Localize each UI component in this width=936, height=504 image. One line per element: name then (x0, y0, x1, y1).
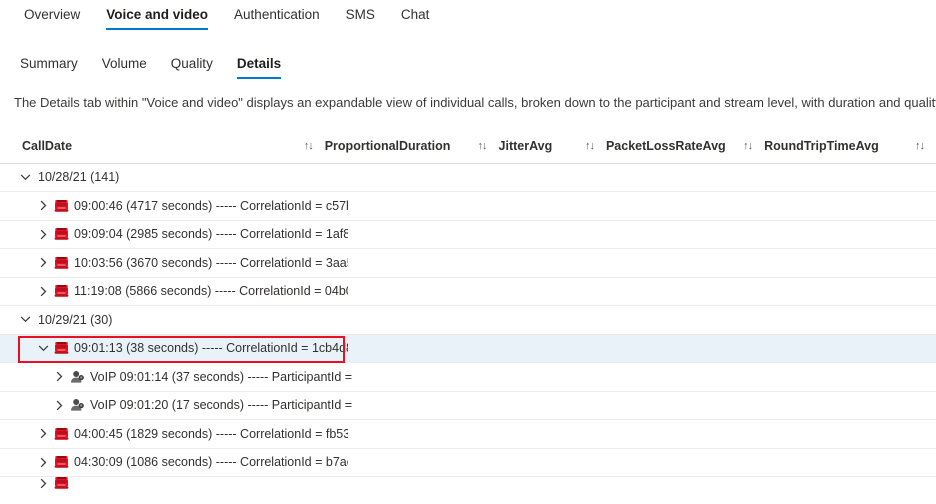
column-header-proportionalduration[interactable]: ProportionalDuration ↑↓ (325, 139, 499, 153)
calls-table: CallDate ↑↓ ProportionalDuration ↑↓ Jitt… (0, 130, 936, 490)
tab-volume[interactable]: Volume (90, 50, 159, 80)
chevron-right-icon[interactable] (54, 400, 70, 411)
telephone-icon (54, 199, 69, 213)
cell-calldate: VoIP 09:01:14 (37 seconds) ----- Partici… (0, 370, 364, 384)
tab-quality[interactable]: Quality (159, 50, 225, 80)
row-label: VoIP 09:01:14 (37 seconds) ----- Partici… (90, 369, 353, 384)
chevron-right-icon[interactable] (38, 478, 54, 489)
secondary-tab-bar: Summary Volume Quality Details (0, 50, 936, 84)
tab-chat[interactable]: Chat (391, 0, 440, 31)
tab-voice-and-video-label: Voice and video (106, 7, 209, 22)
primary-tab-bar: Overview Voice and video Authentication … (0, 0, 936, 34)
sort-updown-icon[interactable]: ↑↓ (915, 140, 936, 152)
table-row[interactable]: 04:00:45 (1829 seconds) ----- Correlatio… (0, 420, 936, 449)
row-label: 09:09:04 (2985 seconds) ----- Correlatio… (74, 227, 348, 242)
cell-calldate: 09:00:46 (4717 seconds) ----- Correlatio… (0, 199, 348, 213)
chevron-right-icon[interactable] (38, 229, 54, 240)
table-row[interactable]: 11:19:08 (5866 seconds) ----- Correlatio… (0, 278, 936, 307)
chevron-right-icon[interactable] (38, 428, 54, 439)
row-label: 09:00:46 (4717 seconds) ----- Correlatio… (74, 198, 348, 213)
group-label: 10/28/21 (141) (38, 170, 120, 185)
row-label: 10:03:56 (3670 seconds) ----- Correlatio… (74, 255, 348, 270)
column-header-roundtriptimeavg[interactable]: RoundTripTimeAvg ↑↓ (764, 139, 936, 153)
tab-summary-label: Summary (20, 56, 78, 71)
table-row[interactable]: 10:03:56 (3670 seconds) ----- Correlatio… (0, 249, 936, 278)
telephone-icon (54, 455, 69, 469)
tab-sms-label: SMS (345, 7, 375, 22)
participant-icon (70, 370, 85, 384)
chevron-right-icon[interactable] (38, 457, 54, 468)
column-header-proportionalduration-label: ProportionalDuration (324, 139, 451, 154)
table-row[interactable]: 09:09:04 (2985 seconds) ----- Correlatio… (0, 221, 936, 250)
cell-calldate (0, 477, 348, 489)
cell-calldate: 09:09:04 (2985 seconds) ----- Correlatio… (0, 227, 348, 241)
column-header-roundtriptimeavg-label: RoundTripTimeAvg (764, 139, 879, 154)
column-header-packetlossrateavg-label: PacketLossRateAvg (605, 139, 726, 154)
table-row[interactable]: 09:00:46 (4717 seconds) ----- Correlatio… (0, 192, 936, 221)
telephone-icon (54, 227, 69, 241)
table-row[interactable]: 09:01:13 (38 seconds) ----- CorrelationI… (0, 334, 936, 364)
tab-summary[interactable]: Summary (8, 50, 90, 80)
cell-calldate: 10:03:56 (3670 seconds) ----- Correlatio… (0, 256, 348, 270)
tab-sms[interactable]: SMS (336, 0, 385, 31)
column-header-calldate-label: CallDate (22, 139, 73, 154)
chevron-down-icon[interactable] (20, 172, 36, 183)
table-row[interactable] (0, 477, 936, 489)
table-row[interactable]: 04:30:09 (1086 seconds) ----- Correlatio… (0, 449, 936, 478)
table-group-row[interactable]: 10/29/21 (30) (0, 306, 936, 335)
row-label: 04:30:09 (1086 seconds) ----- Correlatio… (74, 455, 348, 470)
column-header-jitteravg[interactable]: JitterAvg ↑↓ (499, 139, 606, 153)
row-label: 11:19:08 (5866 seconds) ----- Correlatio… (74, 284, 348, 299)
column-header-calldate[interactable]: CallDate ↑↓ (22, 139, 325, 153)
tab-details[interactable]: Details (225, 50, 293, 80)
chevron-right-icon[interactable] (38, 200, 54, 211)
telephone-icon (54, 427, 69, 441)
cell-calldate: 11:19:08 (5866 seconds) ----- Correlatio… (0, 284, 348, 298)
chevron-down-icon[interactable] (38, 343, 54, 354)
chevron-right-icon[interactable] (38, 286, 54, 297)
cell-calldate: 04:30:09 (1086 seconds) ----- Correlatio… (0, 455, 348, 469)
table-row[interactable]: VoIP 09:01:14 (37 seconds) ----- Partici… (0, 363, 936, 392)
sort-updown-icon[interactable]: ↑↓ (304, 140, 325, 152)
column-header-packetlossrateavg[interactable]: PacketLossRateAvg ↑↓ (606, 139, 764, 153)
column-header-jitteravg-label: JitterAvg (498, 139, 553, 154)
sort-updown-icon[interactable]: ↑↓ (585, 140, 606, 152)
telephone-icon (54, 477, 69, 489)
tab-quality-label: Quality (170, 56, 213, 71)
table-body: 10/28/21 (141) 09:00:46 (4717 seconds) --… (0, 164, 936, 490)
telephone-icon (54, 284, 69, 298)
tab-details-label: Details (236, 56, 282, 71)
cell-calldate: 09:01:13 (38 seconds) ----- CorrelationI… (0, 341, 348, 355)
sort-updown-icon[interactable]: ↑↓ (478, 140, 499, 152)
cell-calldate: 10/29/21 (30) (0, 313, 330, 327)
tab-voice-and-video[interactable]: Voice and video (96, 0, 218, 31)
tab-overview[interactable]: Overview (14, 0, 90, 31)
cell-calldate: 10/28/21 (141) (0, 170, 330, 184)
chevron-right-icon[interactable] (38, 257, 54, 268)
table-row[interactable]: VoIP 09:01:20 (17 seconds) ----- Partici… (0, 392, 936, 421)
telephone-icon (54, 341, 69, 355)
tab-chat-label: Chat (400, 7, 430, 22)
table-group-row[interactable]: 10/28/21 (141) (0, 164, 936, 193)
details-description: The Details tab within "Voice and video"… (14, 95, 936, 110)
row-label: VoIP 09:01:20 (17 seconds) ----- Partici… (90, 398, 353, 413)
telephone-icon (54, 256, 69, 270)
chevron-right-icon[interactable] (54, 371, 70, 382)
participant-icon (70, 398, 85, 412)
table-header-row: CallDate ↑↓ ProportionalDuration ↑↓ Jitt… (0, 130, 936, 164)
group-label: 10/29/21 (30) (38, 312, 113, 327)
cell-calldate: VoIP 09:01:20 (17 seconds) ----- Partici… (0, 398, 364, 412)
chevron-down-icon[interactable] (20, 314, 36, 325)
sort-updown-icon[interactable]: ↑↓ (743, 140, 764, 152)
row-label: 09:01:13 (38 seconds) ----- CorrelationI… (74, 341, 348, 356)
tab-authentication[interactable]: Authentication (224, 0, 330, 31)
tab-authentication-label: Authentication (234, 7, 320, 22)
row-label: 04:00:45 (1829 seconds) ----- Correlatio… (74, 426, 348, 441)
tab-overview-label: Overview (24, 7, 81, 22)
tab-volume-label: Volume (101, 56, 147, 71)
cell-calldate: 04:00:45 (1829 seconds) ----- Correlatio… (0, 427, 348, 441)
